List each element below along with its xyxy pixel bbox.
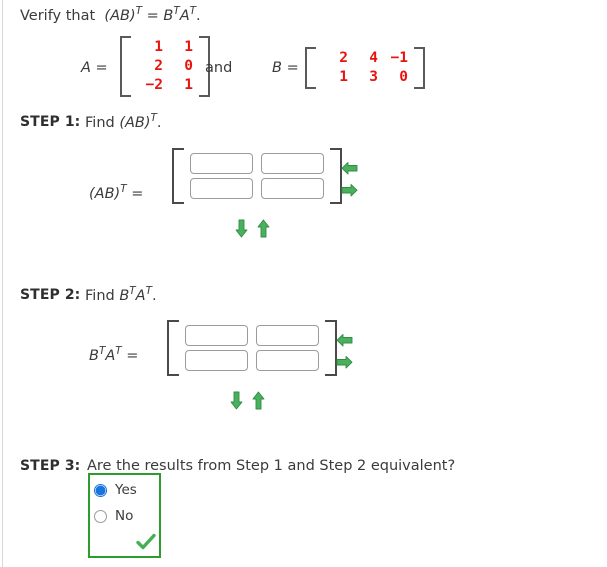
prompt-lead: Verify that	[20, 8, 96, 24]
step3-label: STEP 3:	[20, 458, 81, 474]
step1-row-controls	[235, 219, 270, 238]
and-label: and	[205, 60, 233, 76]
step2-cell-r2c2[interactable]	[256, 350, 319, 371]
matrix-a-row: 2 0	[135, 57, 195, 76]
step2-column-controls	[336, 333, 353, 370]
step3-option-no[interactable]: No	[94, 508, 133, 524]
matrix-a: 1 1 2 0 −2 1	[120, 36, 210, 97]
step3-option-yes-label: Yes	[115, 482, 137, 498]
matrix-b: 2 4 −1 1 3 0	[305, 47, 425, 89]
step2-cell-r2c1[interactable]	[185, 350, 248, 371]
matrix-b-cell: 2	[339, 50, 348, 66]
step2-answer-label: BTAT =	[89, 345, 139, 364]
step1-instruction: Find (AB)T.	[85, 113, 162, 131]
prompt-expr-ab: (AB)	[104, 8, 136, 24]
step2-add-column-right-arrow-icon[interactable]	[336, 355, 353, 370]
step2-instruction-find: Find	[85, 288, 115, 304]
step1-instruction-expr: (AB)	[119, 115, 151, 131]
matrix-b-cell: 0	[399, 69, 408, 85]
step1-column-controls	[341, 161, 358, 198]
matrix-b-bracket-left	[305, 47, 316, 89]
step2-row-controls	[230, 391, 265, 410]
step2-label: STEP 2:	[20, 287, 81, 303]
matrix-a-cell: 1	[154, 39, 163, 55]
matrix-a-row: −2 1	[135, 76, 195, 95]
matrix-a-body: 1 1 2 0 −2 1	[131, 36, 199, 97]
prompt-expr-b: B	[163, 8, 174, 24]
problem-prompt: Verify that (AB)T = BTAT.	[20, 5, 201, 24]
step1-cell-r2c2[interactable]	[261, 178, 324, 199]
matrix-b-row: 2 4 −1	[320, 49, 410, 68]
matrix-a-cell: 1	[184, 39, 193, 55]
step2-cell-r1c2[interactable]	[256, 325, 319, 346]
step2-answer-matrix	[167, 320, 337, 376]
step1-remove-column-left-arrow-icon[interactable]	[341, 161, 358, 176]
step3-radio-yes[interactable]	[94, 483, 107, 497]
matrix-a-cell: 0	[184, 58, 193, 74]
step2-remove-column-left-arrow-icon[interactable]	[336, 333, 353, 348]
matrix-a-cell: 1	[184, 77, 193, 93]
step2-instruction-b: B	[119, 288, 130, 304]
step2-instruction-a: A	[135, 288, 146, 304]
step2-cell-r1c1[interactable]	[185, 325, 248, 346]
step2-bracket-left	[167, 320, 179, 376]
step2-instruction: Find BTAT.	[85, 286, 157, 304]
prompt-expr-a: A	[179, 8, 190, 24]
matrix-b-cell: −1	[390, 50, 408, 66]
matrix-a-name: A =	[81, 60, 108, 76]
step1-add-row-down-arrow-icon[interactable]	[235, 219, 248, 238]
matrix-b-cell: 3	[369, 69, 378, 85]
step1-cell-r2c1[interactable]	[190, 178, 253, 199]
step2-add-row-down-arrow-icon[interactable]	[230, 391, 243, 410]
step2-matrix-row	[181, 325, 323, 346]
step1-matrix-row	[186, 178, 328, 199]
prompt-transpose-1: T	[135, 5, 142, 18]
matrix-a-bracket-left	[120, 36, 131, 97]
matrix-a-row: 1 1	[135, 38, 195, 57]
step1-matrix-body	[184, 148, 330, 204]
step3-radio-no[interactable]	[94, 509, 107, 523]
page-left-rule	[2, 0, 3, 567]
step1-answer-matrix	[172, 148, 342, 204]
matrix-b-bracket-right	[414, 47, 425, 89]
matrix-b-cell: 4	[369, 50, 378, 66]
step1-answer-label: (AB)T =	[89, 183, 144, 202]
prompt-period: .	[196, 8, 201, 24]
step1-bracket-left	[172, 148, 184, 204]
step1-cell-r1c2[interactable]	[261, 153, 324, 174]
step2-remove-row-up-arrow-icon[interactable]	[252, 391, 265, 410]
step1-instruction-period: .	[156, 115, 162, 131]
step3-option-yes[interactable]: Yes	[94, 482, 137, 498]
step2-matrix-row	[181, 350, 323, 371]
matrix-b-row: 1 3 0	[320, 68, 410, 87]
step3-correct-check-icon	[136, 533, 156, 555]
prompt-equals: =	[146, 8, 159, 24]
step1-add-column-right-arrow-icon[interactable]	[341, 183, 358, 198]
step3-option-no-label: No	[115, 508, 134, 524]
matrix-a-cell: 2	[154, 58, 163, 74]
step1-cell-r1c1[interactable]	[190, 153, 253, 174]
step1-instruction-find: Find	[85, 115, 115, 131]
step2-matrix-body	[179, 320, 325, 376]
step3-question: Are the results from Step 1 and Step 2 e…	[87, 458, 456, 474]
step1-label: STEP 1:	[20, 114, 81, 130]
matrix-b-cell: 1	[339, 69, 348, 85]
step2-instruction-period: .	[151, 288, 157, 304]
matrix-b-name: B =	[272, 60, 299, 76]
step1-remove-row-up-arrow-icon[interactable]	[257, 219, 270, 238]
step1-matrix-row	[186, 153, 328, 174]
matrix-b-body: 2 4 −1 1 3 0	[316, 47, 414, 89]
matrix-a-cell: −2	[145, 77, 163, 93]
